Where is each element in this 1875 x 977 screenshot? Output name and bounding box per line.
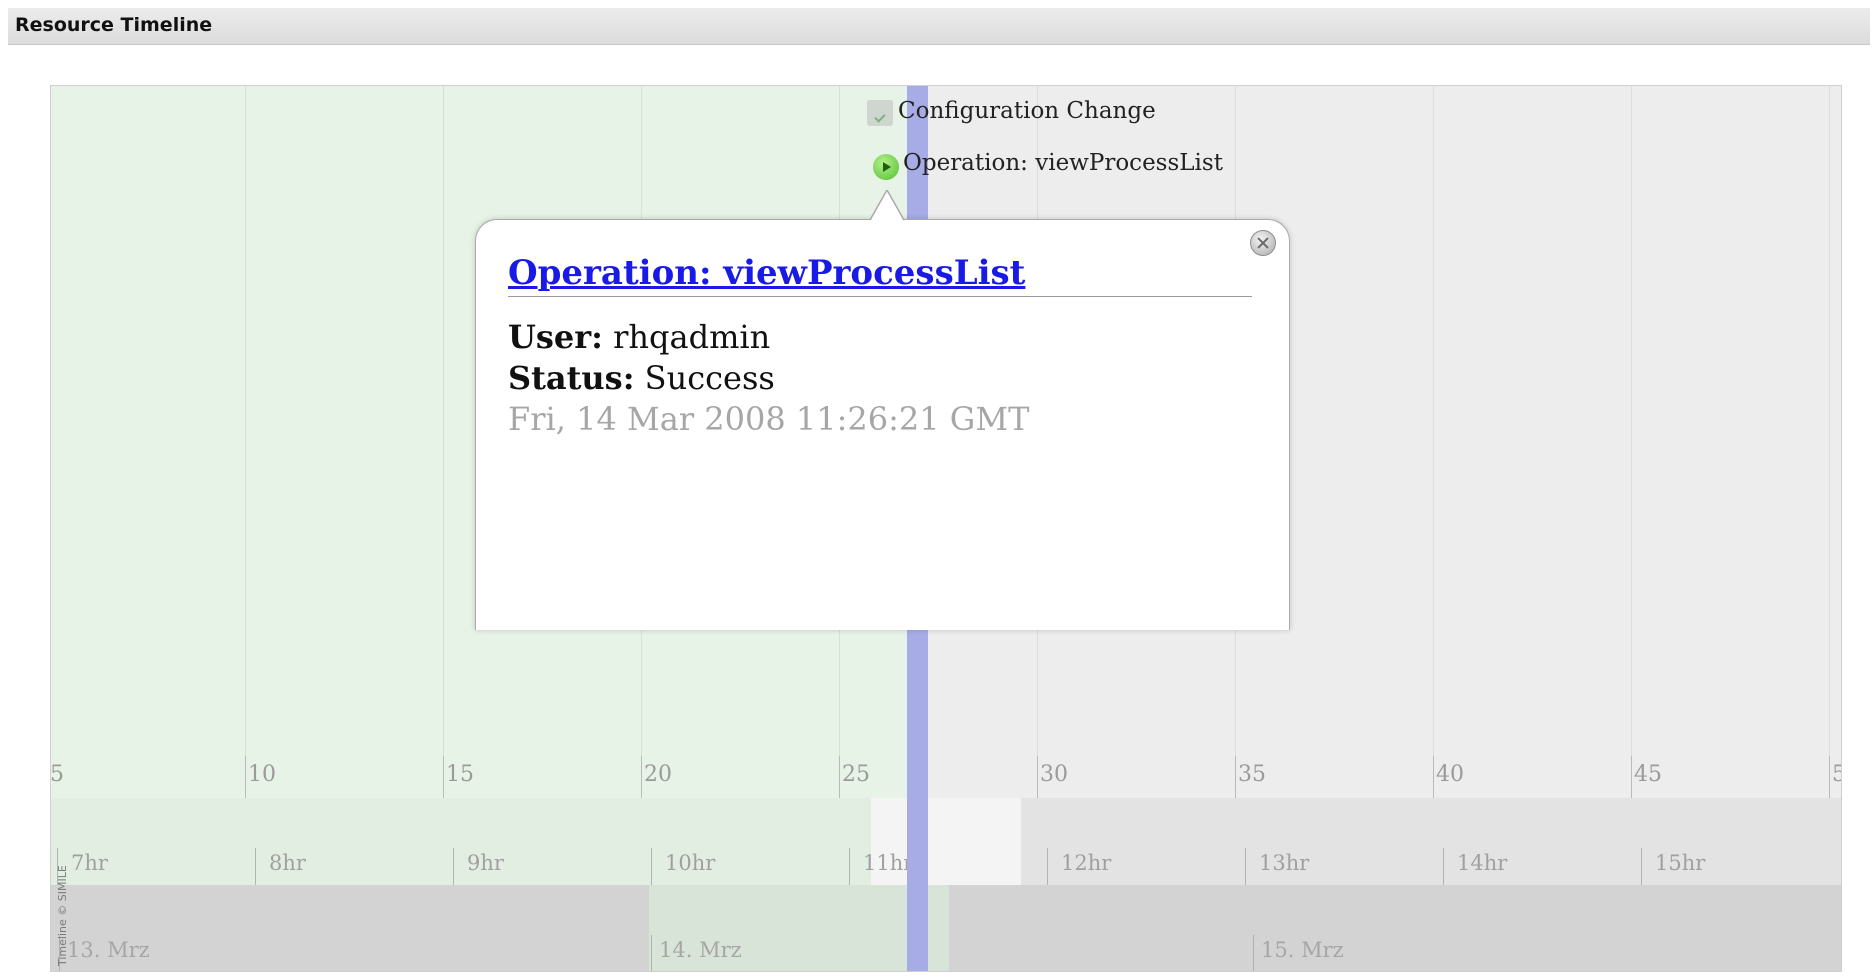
popup-pointer — [870, 190, 904, 222]
main-tick-label: 35 — [1238, 762, 1266, 787]
hour-tick-mark — [1443, 848, 1444, 885]
popup-status-value: Success — [644, 359, 775, 397]
main-tick-mark — [1037, 756, 1038, 798]
main-tick-mark — [1829, 756, 1830, 798]
main-tick-mark — [443, 756, 444, 798]
hour-tick-mark — [1245, 848, 1246, 885]
main-tick-mark — [839, 756, 840, 798]
main-tick-label: 20 — [644, 762, 672, 787]
day-tick-label: 15. Mrz — [1261, 938, 1344, 962]
simile-credit: Timeline © SIMILE — [56, 865, 69, 966]
main-grid-line — [1631, 86, 1632, 798]
day-tick-mark — [651, 935, 652, 971]
popup-user-label: User: — [508, 318, 603, 356]
day-tick-label: 14. Mrz — [659, 938, 742, 962]
popup-title-link[interactable]: Operation: viewProcessList — [508, 253, 1025, 293]
hour-tick-label: 11hr — [863, 851, 914, 875]
popup-user-row: User: rhqadmin — [508, 318, 770, 356]
hour-tick-label: 14hr — [1457, 851, 1508, 875]
hour-tick-label: 9hr — [467, 851, 504, 875]
day-tick-mark — [1253, 935, 1254, 971]
hour-tick-mark — [1047, 848, 1048, 885]
popup-user-value: rhqadmin — [613, 318, 771, 356]
hour-tick-label: 7hr — [71, 851, 108, 875]
operation-play-icon[interactable] — [873, 154, 899, 180]
main-tick-label: 5 — [1832, 762, 1841, 787]
main-tick-label: 45 — [1634, 762, 1662, 787]
panel-title: Resource Timeline — [15, 14, 213, 36]
main-grid-line — [443, 86, 444, 798]
main-grid-line — [245, 86, 246, 798]
hour-tick-label: 15hr — [1655, 851, 1706, 875]
main-tick-mark — [1433, 756, 1434, 798]
timeline-hours-band[interactable]: 7hr 8hr 9hr 10hr 11hr 12hr 13hr 14hr 15hr — [51, 798, 1841, 885]
hour-tick-mark — [849, 848, 850, 885]
hour-tick-label: 10hr — [665, 851, 716, 875]
popup-divider — [508, 296, 1252, 297]
main-tick-label: 40 — [1436, 762, 1464, 787]
hour-tick-mark — [453, 848, 454, 885]
day-tick-label: 13. Mrz — [67, 938, 150, 962]
main-tick-mark — [641, 756, 642, 798]
hour-tick-label: 8hr — [269, 851, 306, 875]
main-tick-label: 30 — [1040, 762, 1068, 787]
timeline-days-band[interactable]: 13. Mrz 14. Mrz 15. Mrz — [51, 885, 1841, 971]
event-configuration-change[interactable]: Configuration Change — [898, 98, 1156, 124]
event-operation-viewprocesslist[interactable]: Operation: viewProcessList — [903, 150, 1223, 176]
main-grid-line — [1433, 86, 1434, 798]
hour-tick-mark — [255, 848, 256, 885]
popup-status-label: Status: — [508, 359, 635, 397]
main-tick-label: 25 — [842, 762, 870, 787]
main-grid-line — [1829, 86, 1830, 798]
panel-header: Resource Timeline — [8, 8, 1870, 45]
main-tick-label: 10 — [248, 762, 276, 787]
hour-tick-label: 13hr — [1259, 851, 1310, 875]
main-tick-label: 15 — [446, 762, 474, 787]
main-tick-label: 5 — [50, 762, 64, 787]
hour-tick-label: 12hr — [1061, 851, 1112, 875]
main-tick-mark — [1235, 756, 1236, 798]
popup-close-icon[interactable] — [1250, 230, 1276, 256]
main-tick-mark — [245, 756, 246, 798]
popup-date: Fri, 14 Mar 2008 11:26:21 GMT — [508, 400, 1030, 438]
popup-status-row: Status: Success — [508, 359, 775, 397]
configuration-change-icon[interactable] — [867, 100, 893, 126]
hour-tick-mark — [1641, 848, 1642, 885]
main-tick-mark — [1631, 756, 1632, 798]
hour-tick-mark — [651, 848, 652, 885]
